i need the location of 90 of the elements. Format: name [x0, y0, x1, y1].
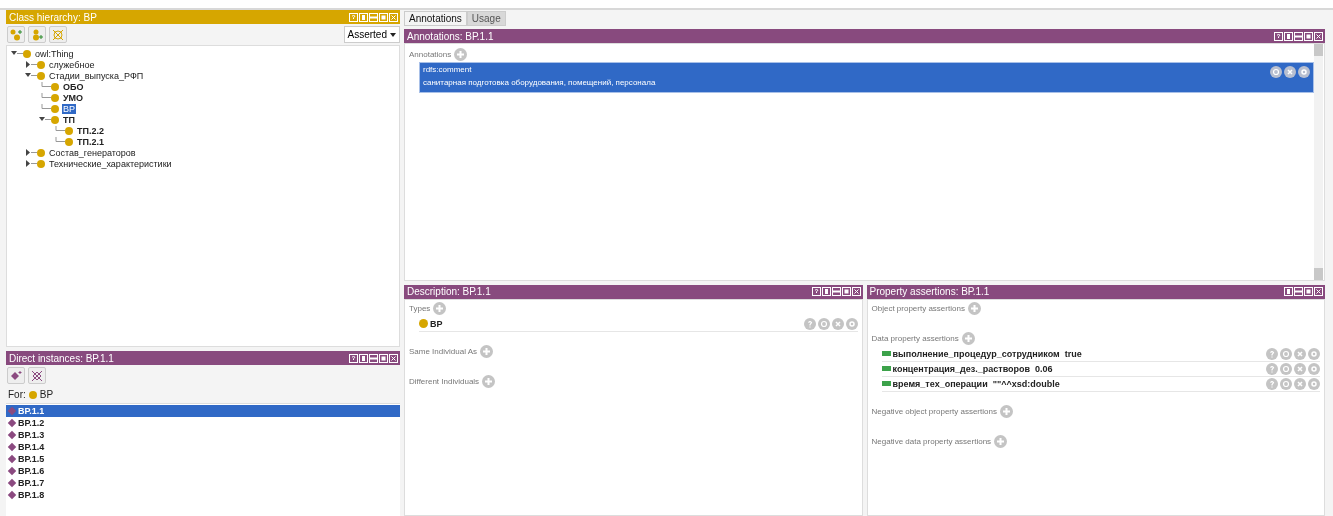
- assertion-text: время_тех_операции ""^^xsd:double: [892, 378, 1060, 389]
- instance-item[interactable]: ВР.1.8: [6, 489, 400, 502]
- section-label: Same Individual As: [409, 347, 478, 357]
- add-button[interactable]: [961, 332, 975, 346]
- add-sibling-button[interactable]: [28, 26, 46, 43]
- add-button[interactable]: [454, 47, 468, 61]
- class-name: ВР: [39, 389, 54, 401]
- class-node[interactable]: ТП.2.1: [76, 136, 105, 147]
- float-window-icon[interactable]: [1304, 287, 1313, 297]
- section-label: Negative object property assertions: [871, 407, 997, 417]
- delete-icon[interactable]: [1284, 66, 1296, 78]
- scrollbar[interactable]: [1314, 44, 1323, 280]
- collapsed-arrow-icon[interactable]: [25, 159, 37, 168]
- split-vertical-icon[interactable]: [821, 287, 831, 297]
- split-horizontal-icon[interactable]: [1294, 287, 1303, 297]
- class-node[interactable]: owl:Thing: [34, 48, 75, 59]
- help-icon[interactable]: [349, 353, 358, 363]
- section-label: Data property assertions: [871, 334, 959, 344]
- class-node[interactable]: УМО: [62, 92, 85, 103]
- instance-item[interactable]: ВР.1.7: [6, 477, 400, 490]
- assertion-text: выполнение_процедур_сотрудником true: [892, 348, 1082, 359]
- close-icon[interactable]: [851, 287, 861, 297]
- annotation-property: rdfs:comment: [423, 65, 472, 74]
- circles-plus-icon: [9, 28, 23, 41]
- annotation-value: санитарная подготовка оборудования, помещений, персонала: [423, 78, 656, 87]
- help-icon[interactable]: [1274, 31, 1283, 41]
- split-vertical-icon[interactable]: [1284, 287, 1293, 297]
- add-button[interactable]: [482, 375, 496, 389]
- class-icon: [419, 319, 428, 329]
- class-node[interactable]: ТП: [62, 114, 76, 125]
- split-horizontal-icon[interactable]: [831, 287, 841, 297]
- panel-title: Property assertions: ВР.1.1: [869, 286, 990, 298]
- instance-item[interactable]: ВР.1.6: [6, 465, 400, 478]
- delete-individual-button[interactable]: [28, 367, 46, 385]
- class-node[interactable]: ОБО: [62, 81, 85, 92]
- split-vertical-icon[interactable]: [1284, 31, 1293, 41]
- add-button[interactable]: [999, 405, 1013, 419]
- float-window-icon[interactable]: [379, 353, 388, 363]
- panel-title: Class hierarchy: ВР: [9, 11, 97, 23]
- assertion-text: концентрация_дез._растворов 0.06: [892, 363, 1053, 374]
- close-icon[interactable]: [1314, 31, 1323, 41]
- split-vertical-icon[interactable]: [359, 353, 368, 363]
- instance-item[interactable]: ВР.1.5: [6, 453, 400, 466]
- tab[interactable]: Usage: [466, 11, 506, 26]
- add-subclass-button[interactable]: [7, 26, 25, 43]
- split-horizontal-icon[interactable]: [369, 353, 378, 363]
- for-label: For:: [8, 389, 26, 401]
- collapsed-arrow-icon[interactable]: [25, 148, 37, 157]
- collapsed-arrow-icon[interactable]: [25, 60, 37, 69]
- add-button[interactable]: [967, 302, 981, 316]
- close-icon[interactable]: [389, 353, 398, 363]
- assertion-text: ВР: [430, 318, 443, 329]
- float-window-icon[interactable]: [1304, 31, 1313, 41]
- class-node[interactable]: служебное: [48, 59, 96, 70]
- section-label: Types: [409, 304, 431, 314]
- section-label: Negative data property assertions: [871, 437, 992, 447]
- section-label: Annotations: [409, 49, 452, 59]
- class-node[interactable]: ВР: [62, 103, 76, 114]
- class-icon: [28, 390, 37, 399]
- float-window-icon[interactable]: [841, 287, 851, 297]
- class-node[interactable]: Состав_генераторов: [48, 147, 137, 158]
- close-icon[interactable]: [1314, 287, 1323, 297]
- class-node[interactable]: Стадии_выпуска_РФП: [48, 70, 145, 81]
- instance-item[interactable]: ВР.1.4: [6, 441, 400, 454]
- delete-class-button[interactable]: [49, 26, 67, 43]
- add-button[interactable]: [480, 345, 494, 359]
- class-node[interactable]: Технические_характеристики: [48, 158, 173, 169]
- panel-title: Direct instances: ВР.1.1: [9, 352, 114, 364]
- add-button[interactable]: [433, 302, 447, 316]
- instance-item[interactable]: ВР.1.2: [6, 417, 400, 430]
- edit-icon[interactable]: [1298, 66, 1310, 78]
- caret-icon: [390, 32, 396, 37]
- section-label: Object property assertions: [871, 304, 965, 314]
- add-individual-button[interactable]: [7, 367, 25, 385]
- split-horizontal-icon[interactable]: [1294, 31, 1303, 41]
- panel-title: Description: ВР.1.1: [407, 286, 491, 298]
- view-dropdown[interactable]: Asserted: [343, 26, 400, 43]
- diamond-plus-icon: [9, 369, 23, 382]
- instance-item[interactable]: ВР.1.1: [6, 405, 400, 418]
- add-button[interactable]: [994, 435, 1008, 449]
- class-node[interactable]: ТП.2.2: [76, 125, 105, 136]
- annotation-item[interactable]: rdfs:comment санитарная подготовка оборудования, помещений, персонала: [419, 62, 1314, 93]
- help-icon[interactable]: [811, 287, 821, 297]
- crossed-circle-icon: [52, 28, 64, 41]
- section-label: Different Individuals: [409, 377, 480, 387]
- instance-item[interactable]: ВР.1.3: [6, 429, 400, 442]
- circles-plus-icon: [30, 28, 44, 41]
- crossed-diamond-icon: [31, 369, 43, 382]
- tab[interactable]: Annotations: [404, 11, 467, 26]
- panel-title: Annotations: ВР.1.1: [407, 30, 494, 42]
